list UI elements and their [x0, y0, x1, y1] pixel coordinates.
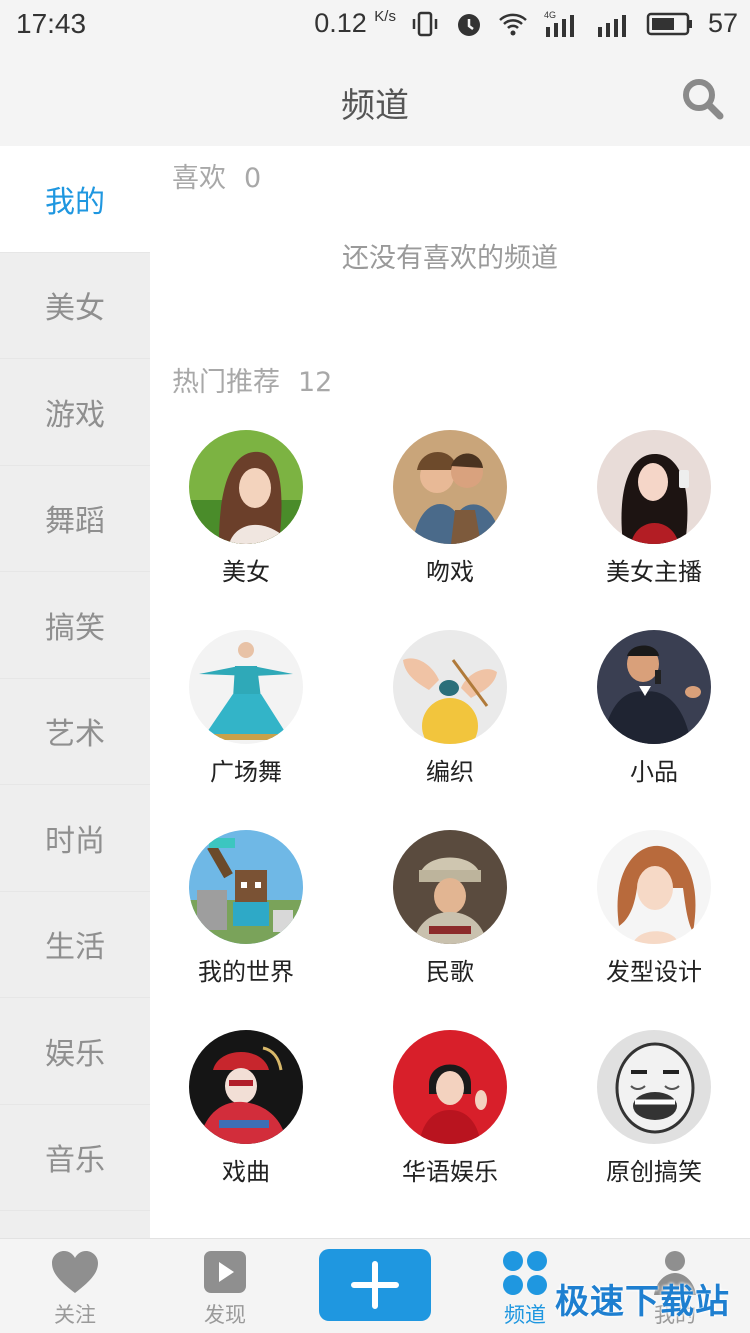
channel-avatar-hairstyle: [597, 830, 711, 944]
favorites-section-title: 喜欢 0: [172, 156, 261, 195]
play-icon: [204, 1251, 246, 1293]
nav-discover[interactable]: 发现: [150, 1239, 300, 1333]
hot-count: 12: [298, 367, 333, 398]
channel-item[interactable]: 戏曲: [156, 1030, 336, 1187]
channel-item[interactable]: 我的世界: [156, 830, 336, 987]
status-bar: 17:43 0.12 K/s 4G 57: [0, 0, 750, 52]
channel-avatar-square-dance: [189, 630, 303, 744]
sidebar-item-beauty[interactable]: 美女: [0, 253, 150, 359]
search-button[interactable]: [680, 76, 726, 122]
status-time: 17:43: [16, 8, 87, 39]
channel-label: 原创搞笑: [606, 1158, 702, 1186]
network-speed-value: 0.12: [314, 8, 367, 38]
channel-item[interactable]: 小品: [564, 630, 744, 787]
channel-avatar-knitting: [393, 630, 507, 744]
channel-label: 吻戏: [426, 558, 474, 586]
battery-icon: [646, 9, 694, 39]
favorites-empty-message: 还没有喜欢的频道: [342, 243, 558, 274]
hot-title: 热门推荐: [172, 367, 280, 398]
channel-avatar-folk-song: [393, 830, 507, 944]
channel-content: 喜欢 0 还没有喜欢的频道 热门推荐 12 美女 吻戏 美女主播 广场舞 编织 …: [150, 146, 750, 1238]
nav-follow[interactable]: 关注: [0, 1239, 150, 1333]
cellular-4g-icon: 4G: [542, 9, 582, 39]
channel-avatar-minecraft: [189, 830, 303, 944]
hot-section-title: 热门推荐 12: [172, 360, 332, 399]
channel-label: 美女主播: [606, 558, 702, 586]
battery-level: 57: [707, 8, 738, 38]
channel-item[interactable]: 广场舞: [156, 630, 336, 787]
channel-label: 美女: [222, 558, 270, 586]
sidebar-item-art[interactable]: 艺术: [0, 679, 150, 785]
sidebar-item-fashion[interactable]: 时尚: [0, 785, 150, 892]
watermark-text: 极速下载站: [555, 1282, 730, 1322]
upload-button[interactable]: [319, 1249, 431, 1321]
wifi-icon: [498, 9, 528, 39]
nav-follow-label: 关注: [54, 1303, 96, 1327]
sidebar-item-mine[interactable]: 我的: [0, 146, 150, 253]
header: 频道: [0, 52, 750, 146]
channel-item[interactable]: 原创搞笑: [564, 1030, 744, 1187]
category-sidebar: 我的 美女 游戏 舞蹈 搞笑 艺术 时尚 生活 娱乐 音乐: [0, 146, 150, 1238]
channel-item[interactable]: 华语娱乐: [360, 1030, 540, 1187]
channel-grid-icon: [503, 1251, 547, 1295]
network-speed-unit: K/s: [374, 8, 396, 25]
alarm-icon: [454, 9, 484, 39]
channel-item[interactable]: 美女主播: [564, 430, 744, 587]
channel-avatar-sketch: [597, 630, 711, 744]
channel-item[interactable]: 美女: [156, 430, 336, 587]
cellular-signal-icon: [596, 9, 632, 39]
channel-label: 编织: [426, 758, 474, 786]
search-icon: [683, 79, 724, 120]
app-root: 17:43 0.12 K/s 4G 57 频道 我的 美女 游戏 舞蹈 搞笑 艺…: [0, 0, 750, 1333]
channel-avatar-opera: [189, 1030, 303, 1144]
channel-item[interactable]: 吻戏: [360, 430, 540, 587]
sidebar-item-funny[interactable]: 搞笑: [0, 572, 150, 679]
channel-label: 广场舞: [210, 758, 282, 786]
channel-label: 华语娱乐: [402, 1158, 498, 1186]
plus-icon: [351, 1261, 399, 1309]
favorites-title: 喜欢: [172, 163, 226, 194]
channel-avatar-chinese-pop: [393, 1030, 507, 1144]
sidebar-item-music[interactable]: 音乐: [0, 1105, 150, 1211]
channel-item[interactable]: 民歌: [360, 830, 540, 987]
sidebar-item-games[interactable]: 游戏: [0, 359, 150, 466]
channel-avatar-original-funny: [597, 1030, 711, 1144]
channel-label: 戏曲: [222, 1158, 270, 1186]
channel-label: 我的世界: [198, 958, 294, 986]
heart-icon: [52, 1251, 98, 1293]
nav-discover-label: 发现: [204, 1303, 246, 1327]
page-title: 频道: [341, 86, 409, 126]
channel-avatar-streamer: [597, 430, 711, 544]
sidebar-item-life[interactable]: 生活: [0, 892, 150, 998]
channel-item[interactable]: 发型设计: [564, 830, 744, 987]
favorites-count: 0: [244, 163, 262, 194]
channel-label: 民歌: [426, 958, 474, 986]
sidebar-item-entertainment[interactable]: 娱乐: [0, 998, 150, 1105]
channel-item[interactable]: 编织: [360, 630, 540, 787]
channel-avatar-beauty: [189, 430, 303, 544]
channel-label: 发型设计: [606, 958, 702, 986]
channel-label: 小品: [630, 758, 678, 786]
network-type: 4G: [544, 10, 556, 20]
vibrate-icon: [410, 9, 440, 39]
network-speed: 0.12 K/s: [314, 8, 396, 39]
sidebar-item-dance[interactable]: 舞蹈: [0, 466, 150, 572]
status-indicators: 0.12 K/s 4G 57: [314, 8, 738, 39]
channel-avatar-kiss: [393, 430, 507, 544]
